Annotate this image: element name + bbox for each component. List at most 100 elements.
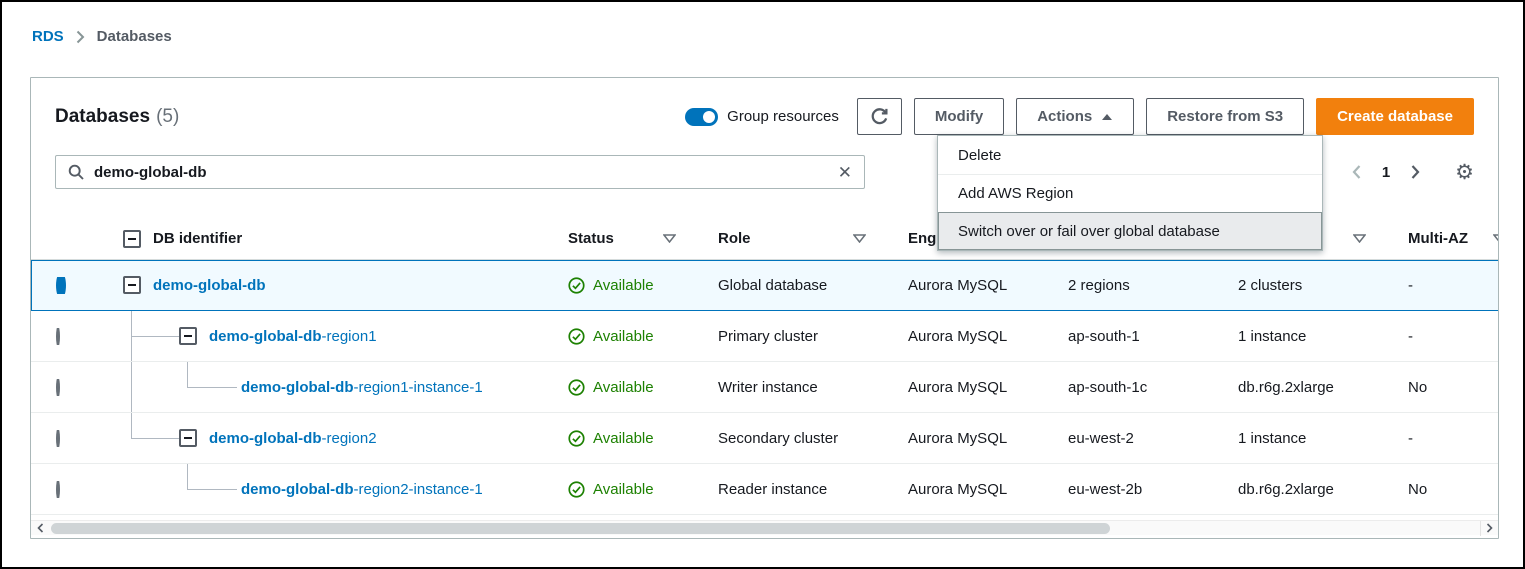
filter-icon[interactable]	[853, 230, 866, 247]
toolbar-actions: Group resources Modify Actions Restore f…	[685, 98, 1474, 135]
modify-button[interactable]: Modify	[914, 98, 1004, 135]
previous-page-button[interactable]	[1349, 162, 1364, 182]
tree-connector	[131, 413, 132, 438]
create-database-button[interactable]: Create database	[1316, 98, 1474, 135]
collapse-row-icon[interactable]	[179, 429, 197, 447]
clear-search-icon[interactable]: ✕	[838, 164, 852, 181]
region-cell: eu-west-2	[1048, 430, 1218, 447]
table-row[interactable]: demo-global-db-region2-instance-1 Availa…	[31, 464, 1499, 515]
search-input[interactable]	[94, 164, 828, 181]
scroll-right-button[interactable]	[1480, 521, 1498, 536]
actions-menu: Delete Add AWS Region Switch over or fai…	[937, 135, 1323, 251]
resource-count: (5)	[156, 106, 179, 128]
engine-cell: Aurora MySQL	[888, 430, 1048, 447]
engine-cell: Aurora MySQL	[888, 277, 1048, 294]
size-cell: 1 instance	[1218, 328, 1388, 345]
table-row[interactable]: demo-global-db-region2 Available Seconda…	[31, 413, 1499, 464]
table-row[interactable]: demo-global-db-region1 Available Primary…	[31, 311, 1499, 362]
status-available-icon	[568, 328, 585, 345]
tree-connector	[131, 362, 132, 412]
toggle-track[interactable]	[685, 108, 718, 126]
header-role[interactable]: Role	[698, 230, 888, 247]
group-resources-toggle[interactable]: Group resources	[685, 108, 839, 126]
search-icon	[68, 164, 84, 180]
header-status[interactable]: Status	[548, 230, 698, 247]
minus-mark	[184, 437, 192, 439]
select-all-checkbox[interactable]	[123, 230, 141, 248]
chevron-right-icon	[1486, 523, 1493, 533]
current-page[interactable]: 1	[1382, 164, 1390, 181]
horizontal-scrollbar[interactable]	[31, 520, 1498, 535]
menu-item-add-aws-region[interactable]: Add AWS Region	[938, 174, 1322, 212]
databases-panel: Databases (5) Group resources Modify Act…	[30, 77, 1499, 539]
row-radio[interactable]	[56, 277, 66, 294]
actions-button-label: Actions	[1037, 108, 1092, 125]
role-cell: Secondary cluster	[698, 430, 888, 447]
db-identifier-link[interactable]: demo-global-db-region2	[209, 430, 377, 447]
tree-connector	[187, 464, 188, 489]
status-text: Available	[593, 430, 654, 447]
scroll-left-button[interactable]	[31, 521, 49, 536]
table-row[interactable]: demo-global-db-region1-instance-1 Availa…	[31, 362, 1499, 413]
collapse-row-icon[interactable]	[179, 327, 197, 345]
page-title: Databases	[55, 106, 150, 128]
filter-icon[interactable]	[1353, 230, 1366, 247]
db-identifier-link[interactable]: demo-global-db	[153, 277, 266, 294]
next-page-button[interactable]	[1408, 162, 1423, 182]
multi-az-cell: -	[1388, 277, 1499, 294]
rds-console-window: RDS Databases Databases (5) Group resour…	[0, 0, 1525, 569]
breadcrumb: RDS Databases	[32, 28, 172, 45]
panel-toolbar: Databases (5) Group resources Modify Act…	[31, 78, 1498, 135]
multi-az-cell: -	[1388, 328, 1499, 345]
size-cell: 2 clusters	[1218, 277, 1388, 294]
header-multi-az[interactable]: Multi-AZ	[1388, 230, 1499, 247]
filter-icon[interactable]	[1493, 230, 1499, 247]
menu-item-delete[interactable]: Delete	[938, 136, 1322, 174]
db-identifier-link[interactable]: demo-global-db-region2-instance-1	[241, 481, 483, 498]
scrollbar-track[interactable]	[49, 521, 1480, 536]
collapse-row-icon[interactable]	[123, 276, 141, 294]
refresh-button[interactable]	[857, 98, 902, 135]
group-resources-label: Group resources	[727, 108, 839, 125]
header-multi-az-label: Multi-AZ	[1408, 230, 1468, 247]
caret-up-icon	[1101, 113, 1113, 121]
row-radio[interactable]	[56, 481, 60, 498]
multi-az-cell: No	[1388, 379, 1499, 396]
search-box[interactable]: ✕	[55, 155, 865, 189]
menu-item-switchover-failover[interactable]: Switch over or fail over global database	[938, 212, 1322, 250]
engine-cell: Aurora MySQL	[888, 328, 1048, 345]
indeterminate-mark	[128, 238, 136, 240]
status-text: Available	[593, 379, 654, 396]
scrollbar-thumb[interactable]	[51, 523, 1110, 534]
row-radio[interactable]	[56, 379, 60, 396]
engine-cell: Aurora MySQL	[888, 481, 1048, 498]
status-available-icon	[568, 481, 585, 498]
status-text: Available	[593, 277, 654, 294]
minus-mark	[128, 284, 136, 286]
role-cell: Writer instance	[698, 379, 888, 396]
chevron-left-icon	[37, 523, 44, 533]
table-row[interactable]: demo-global-db Available Global database…	[31, 260, 1499, 311]
header-status-label: Status	[568, 230, 614, 247]
preferences-gear-icon[interactable]: ⚙	[1455, 162, 1474, 183]
filter-icon[interactable]	[663, 230, 676, 247]
header-db-identifier[interactable]: DB identifier	[83, 218, 548, 259]
row-radio[interactable]	[56, 328, 60, 345]
tree-connector	[131, 336, 179, 337]
db-identifier-link[interactable]: demo-global-db-region1-instance-1	[241, 379, 483, 396]
header-role-label: Role	[718, 230, 751, 247]
databases-table: DB identifier Status Role Engine	[31, 218, 1498, 535]
breadcrumb-current: Databases	[97, 28, 172, 45]
chevron-right-icon	[1410, 164, 1421, 180]
size-cell: 1 instance	[1218, 430, 1388, 447]
restore-from-s3-button[interactable]: Restore from S3	[1146, 98, 1304, 135]
actions-button[interactable]: Actions	[1016, 98, 1134, 135]
engine-cell: Aurora MySQL	[888, 379, 1048, 396]
multi-az-cell: No	[1388, 481, 1499, 498]
breadcrumb-rds-link[interactable]: RDS	[32, 28, 64, 45]
db-identifier-link[interactable]: demo-global-db-region1	[209, 328, 377, 345]
header-db-identifier-label: DB identifier	[153, 230, 242, 247]
multi-az-cell: -	[1388, 430, 1499, 447]
region-cell: 2 regions	[1048, 277, 1218, 294]
row-radio[interactable]	[56, 430, 60, 447]
